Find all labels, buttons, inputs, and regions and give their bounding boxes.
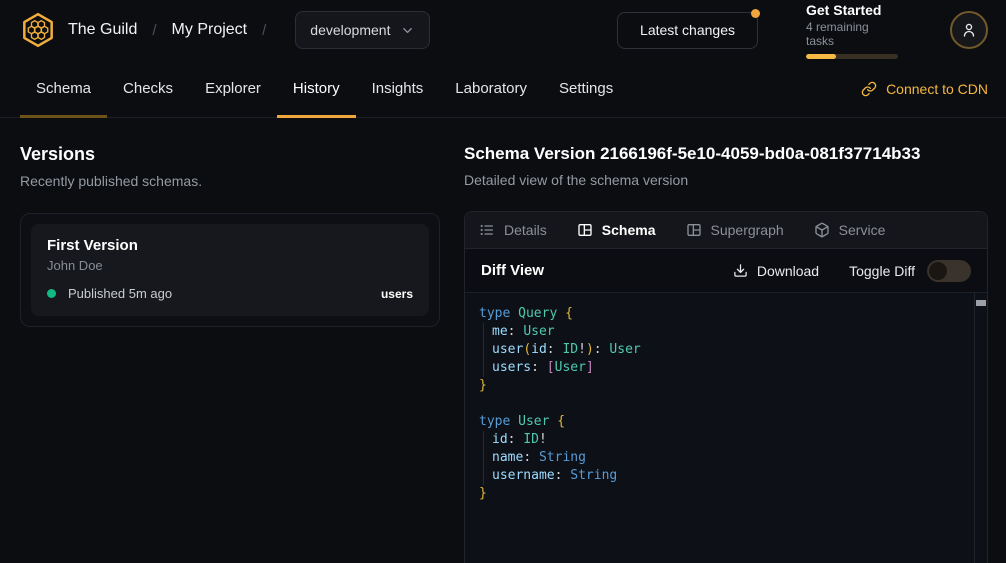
version-status-text: Published 5m ago xyxy=(68,286,172,301)
get-started-progress-bar xyxy=(806,54,898,59)
schema-version-subtitle: Detailed view of the schema version xyxy=(464,172,988,188)
tab-details-label: Details xyxy=(504,222,547,238)
main-content: Versions Recently published schemas. Fir… xyxy=(0,118,1006,563)
tab-history[interactable]: History xyxy=(277,60,356,117)
tab-details[interactable]: Details xyxy=(479,222,547,238)
tab-schema[interactable]: Schema xyxy=(20,60,107,117)
tab-laboratory[interactable]: Laboratory xyxy=(439,60,543,117)
latest-changes-label: Latest changes xyxy=(640,22,735,38)
person-icon xyxy=(960,21,978,39)
chevron-down-icon xyxy=(400,23,415,38)
tab-supergraph[interactable]: Supergraph xyxy=(686,222,784,238)
tab-schema-view-label: Schema xyxy=(602,222,656,238)
connect-to-cdn-label: Connect to CDN xyxy=(886,81,988,97)
get-started-widget[interactable]: Get Started 4 remaining tasks xyxy=(806,2,898,59)
code-scrollbar[interactable] xyxy=(974,293,987,563)
version-name: First Version xyxy=(47,237,413,254)
user-avatar[interactable] xyxy=(950,11,988,49)
tab-checks[interactable]: Checks xyxy=(107,60,189,117)
get-started-subtitle: 4 remaining tasks xyxy=(806,20,898,48)
versions-panel: Versions Recently published schemas. Fir… xyxy=(20,144,440,563)
code-line: username: String xyxy=(479,467,973,485)
published-status-dot xyxy=(47,289,56,298)
tab-explorer[interactable]: Explorer xyxy=(189,60,277,117)
tab-settings[interactable]: Settings xyxy=(543,60,629,117)
tab-service[interactable]: Service xyxy=(814,222,886,238)
version-service-badge: users xyxy=(381,287,413,301)
toggle-diff-switch[interactable] xyxy=(927,260,971,282)
code-line: } xyxy=(479,377,973,395)
code-line: user(id: ID!): User xyxy=(479,341,973,359)
cube-icon xyxy=(814,222,830,238)
tab-service-label: Service xyxy=(839,222,886,238)
code-line: name: String xyxy=(479,449,973,467)
schema-version-panel: Schema Version 2166196f-5e10-4059-bd0a-0… xyxy=(464,144,988,563)
download-button[interactable]: Download xyxy=(733,263,819,279)
tab-supergraph-label: Supergraph xyxy=(711,222,784,238)
code-line: me: User xyxy=(479,323,973,341)
code-line: id: ID! xyxy=(479,431,973,449)
breadcrumb-separator: / xyxy=(262,22,266,39)
list-icon xyxy=(479,222,495,238)
detail-tab-bar: Details Schema Supergraph xyxy=(465,212,987,249)
hive-logo-icon[interactable] xyxy=(18,10,58,50)
version-author: John Doe xyxy=(47,258,413,273)
link-icon xyxy=(861,81,877,97)
version-status-row: Published 5m ago users xyxy=(47,286,413,301)
schema-code-viewer: type Query {me: Useruser(id: ID!): Useru… xyxy=(465,293,987,563)
target-selector[interactable]: development xyxy=(295,11,430,49)
download-icon xyxy=(733,263,748,278)
code-line: type Query { xyxy=(479,305,973,323)
tab-insights[interactable]: Insights xyxy=(356,60,440,117)
switch-knob xyxy=(929,262,947,280)
layout-icon xyxy=(686,222,702,238)
breadcrumb: The Guild / My Project / xyxy=(68,21,281,39)
schema-detail-card: Details Schema Supergraph xyxy=(464,211,988,563)
get-started-progress-fill xyxy=(806,54,836,59)
connect-to-cdn-button[interactable]: Connect to CDN xyxy=(861,60,988,117)
notification-dot xyxy=(751,9,760,18)
main-nav: Schema Checks Explorer History Insights … xyxy=(0,60,1006,118)
code-lines: type Query {me: Useruser(id: ID!): Useru… xyxy=(479,305,973,503)
diff-view-title: Diff View xyxy=(481,262,544,279)
latest-changes-button[interactable]: Latest changes xyxy=(617,12,758,49)
code-line: type User { xyxy=(479,413,973,431)
versions-title: Versions xyxy=(20,144,440,165)
layout-icon xyxy=(577,222,593,238)
breadcrumb-org[interactable]: The Guild xyxy=(68,21,137,39)
download-label: Download xyxy=(757,263,819,279)
versions-list: First Version John Doe Published 5m ago … xyxy=(20,213,440,327)
top-header: The Guild / My Project / development Lat… xyxy=(0,0,1006,60)
code-line: } xyxy=(479,485,973,503)
toggle-diff-label: Toggle Diff xyxy=(849,263,915,279)
code-line: users: [User] xyxy=(479,359,973,377)
get-started-title: Get Started xyxy=(806,2,898,18)
code-line xyxy=(479,395,973,413)
breadcrumb-project[interactable]: My Project xyxy=(172,21,248,39)
diff-view-header: Diff View Download Toggle Diff xyxy=(465,249,987,293)
tab-schema-view[interactable]: Schema xyxy=(577,222,656,238)
schema-version-title: Schema Version 2166196f-5e10-4059-bd0a-0… xyxy=(464,144,988,164)
scrollbar-thumb[interactable] xyxy=(976,300,986,306)
breadcrumb-separator: / xyxy=(152,22,156,39)
target-selector-value: development xyxy=(310,22,390,38)
version-list-item[interactable]: First Version John Doe Published 5m ago … xyxy=(31,224,429,316)
versions-subtitle: Recently published schemas. xyxy=(20,173,440,189)
